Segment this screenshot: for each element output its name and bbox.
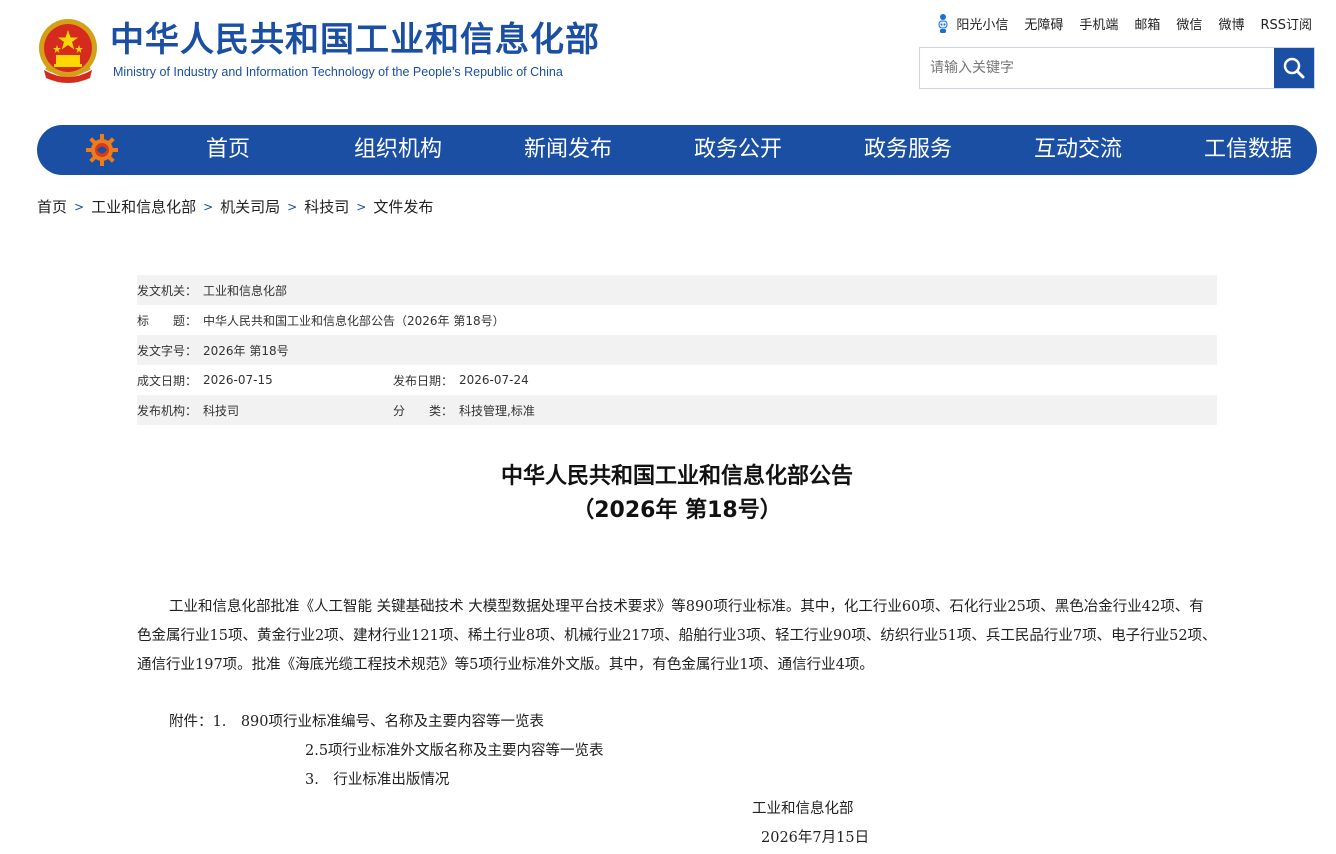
robot-assistant-icon xyxy=(936,12,950,34)
meta-row-org: 发布机构： 科技司 分 类： 科技管理,标准 xyxy=(137,395,1217,425)
breadcrumb: 首页 > 工业和信息化部 > 机关司局 > 科技司 > 文件发布 xyxy=(37,196,433,217)
search-box xyxy=(919,47,1315,89)
top-link-accessibility[interactable]: 无障碍 xyxy=(1024,14,1063,33)
meta-col-category: 分 类： 科技管理,标准 xyxy=(393,402,535,419)
meta-label: 分 类： xyxy=(393,403,454,418)
top-link-mail[interactable]: 邮箱 xyxy=(1134,14,1160,33)
meta-label: 成文日期： xyxy=(137,373,198,388)
gear-logo-icon[interactable] xyxy=(85,133,119,167)
nav-home[interactable]: 首页 xyxy=(143,125,313,175)
meta-label: 发布机构： xyxy=(137,403,198,418)
document-body: 工业和信息化部批准《人工智能 关键基础技术 大模型数据处理平台技术要求》等890… xyxy=(137,599,1217,673)
breadcrumb-ministry[interactable]: 工业和信息化部 xyxy=(91,196,196,217)
top-link-rss[interactable]: RSS订阅 xyxy=(1260,14,1312,33)
meta-label: 发文字号： xyxy=(137,343,198,358)
search-button[interactable] xyxy=(1274,48,1314,88)
meta-label: 发布日期： xyxy=(393,373,454,388)
meta-row-docno: 发文字号： 2026年 第18号 xyxy=(137,335,1217,365)
meta-label: 发文机关： xyxy=(137,283,198,298)
top-link-mobile[interactable]: 手机端 xyxy=(1079,14,1118,33)
breadcrumb-separator: > xyxy=(203,199,214,214)
top-link-sunshine[interactable]: 阳光小信 xyxy=(936,12,1008,34)
meta-col-org: 发布机构： 科技司 xyxy=(137,402,393,419)
nav-data[interactable]: 工信数据 xyxy=(1163,125,1333,175)
meta-value-org: 科技司 xyxy=(203,403,240,418)
document-title-line1: 中华人民共和国工业和信息化部公告 xyxy=(500,464,853,489)
nav-news[interactable]: 新闻发布 xyxy=(483,125,653,175)
document-sign-date: 2026年7月15日 xyxy=(761,830,870,846)
meta-row-title: 标 题： 中华人民共和国工业和信息化部公告（2026年 第18号） xyxy=(137,305,1217,335)
breadcrumb-documents[interactable]: 文件发布 xyxy=(373,196,433,217)
search-input[interactable] xyxy=(920,48,1276,88)
nav-organization[interactable]: 组织机构 xyxy=(313,125,483,175)
meta-value-published: 2026-07-24 xyxy=(459,373,529,387)
meta-value-docno: 2026年 第18号 xyxy=(203,343,289,358)
nav-interaction[interactable]: 互动交流 xyxy=(993,125,1163,175)
document-signer: 工业和信息化部 xyxy=(752,801,854,817)
meta-value-created: 2026-07-15 xyxy=(203,373,273,387)
breadcrumb-separator: > xyxy=(356,199,367,214)
national-emblem-icon[interactable] xyxy=(36,18,100,84)
breadcrumb-separator: > xyxy=(74,199,85,214)
nav-government-affairs[interactable]: 政务公开 xyxy=(653,125,823,175)
search-icon xyxy=(1283,57,1305,79)
breadcrumb-separator: > xyxy=(287,199,298,214)
attachment-3[interactable]: 3. 行业标准出版情况 xyxy=(305,766,449,795)
site-title[interactable]: 中华人民共和国工业和信息化部 xyxy=(110,20,600,60)
meta-row-issuer: 发文机关： 工业和信息化部 xyxy=(137,275,1217,305)
site-header: 中华人民共和国工业和信息化部 Ministry of Industry and … xyxy=(0,0,1336,120)
meta-value-category: 科技管理,标准 xyxy=(459,403,535,418)
site-title-english: Ministry of Industry and Information Tec… xyxy=(113,65,563,79)
breadcrumb-science-dept[interactable]: 科技司 xyxy=(304,196,349,217)
attachment-1[interactable]: 附件：1. 890项行业标准编号、名称及主要内容等一览表 xyxy=(169,708,544,737)
meta-value-issuer: 工业和信息化部 xyxy=(203,283,288,298)
nav-items: 首页 组织机构 新闻发布 政务公开 政务服务 互动交流 工信数据 xyxy=(143,125,1333,175)
meta-col-published: 发布日期： 2026-07-24 xyxy=(393,372,529,389)
nav-services[interactable]: 政务服务 xyxy=(823,125,993,175)
breadcrumb-departments[interactable]: 机关司局 xyxy=(220,196,280,217)
top-link-wechat[interactable]: 微信 xyxy=(1176,14,1202,33)
document-title: 中华人民共和国工业和信息化部公告 （2026年 第18号） xyxy=(137,460,1217,528)
meta-col-created: 成文日期： 2026-07-15 xyxy=(137,372,393,389)
top-link-weibo[interactable]: 微博 xyxy=(1218,14,1244,33)
document-title-line2: （2026年 第18号） xyxy=(572,498,782,523)
main-nav: 首页 组织机构 新闻发布 政务公开 政务服务 互动交流 工信数据 xyxy=(37,125,1317,175)
breadcrumb-home[interactable]: 首页 xyxy=(37,196,67,217)
document-meta-table: 发文机关： 工业和信息化部 标 题： 中华人民共和国工业和信息化部公告（2026… xyxy=(137,275,1217,425)
top-link-label: 阳光小信 xyxy=(956,17,1009,33)
meta-value-title: 中华人民共和国工业和信息化部公告（2026年 第18号） xyxy=(203,313,505,328)
meta-label: 标 题： xyxy=(137,313,198,328)
meta-row-dates: 成文日期： 2026-07-15 发布日期： 2026-07-24 xyxy=(137,365,1217,395)
top-links: 阳光小信 无障碍 手机端 邮箱 微信 微博 RSS订阅 xyxy=(936,12,1312,34)
attachment-2[interactable]: 2.5项行业标准外文版名称及主要内容等一览表 xyxy=(305,737,604,766)
